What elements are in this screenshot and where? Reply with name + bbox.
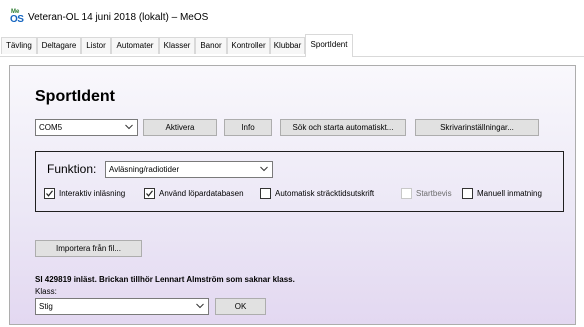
interactive-reading-checkbox[interactable] — [44, 188, 55, 199]
class-select-value: Stig — [39, 302, 53, 311]
use-runner-database-label: Använd löpardatabasen — [159, 189, 244, 198]
start-receipt-checkbox — [401, 188, 412, 199]
function-group: Funktion: Avläsning/radiotider Interakti… — [35, 151, 564, 212]
port-select-value: COM5 — [39, 123, 63, 132]
class-label: Klass: — [35, 287, 57, 296]
function-select-value: Avläsning/radiotider — [109, 165, 180, 174]
checkmark-icon — [146, 190, 153, 197]
window-title: Veteran-OL 14 juni 2018 (lokalt) – MeOS — [28, 12, 209, 23]
auto-split-print-checkbox[interactable] — [260, 188, 271, 199]
ok-button[interactable]: OK — [215, 298, 266, 315]
function-select[interactable]: Avläsning/radiotider — [105, 161, 273, 178]
title-bar: Me OS Veteran-OL 14 juni 2018 (lokalt) –… — [0, 0, 584, 34]
chevron-down-icon — [260, 166, 268, 172]
use-runner-database-checkbox[interactable] — [144, 188, 155, 199]
options-row: Interaktiv inläsning Använd löpardatabas… — [44, 188, 564, 202]
tab-automater[interactable]: Automater — [111, 37, 159, 54]
chevron-down-icon — [196, 303, 204, 309]
class-select[interactable]: Stig — [35, 298, 209, 315]
chevron-down-icon — [125, 124, 133, 130]
status-message: SI 429819 inläst. Brickan tillhör Lennar… — [35, 275, 295, 284]
start-receipt-label: Startbevis — [416, 189, 452, 198]
tab-bar: Tävling Deltagare Listor Automater Klass… — [0, 34, 584, 57]
import-from-file-button[interactable]: Importera från fil... — [35, 240, 142, 257]
search-start-button[interactable]: Sök och starta automatiskt... — [280, 119, 406, 136]
info-button[interactable]: Info — [224, 119, 272, 136]
page-title: SportIdent — [35, 88, 115, 105]
tab-klasser[interactable]: Klasser — [159, 37, 195, 54]
auto-split-print-label: Automatisk sträcktidsutskrift — [275, 189, 375, 198]
sportident-panel: SportIdent COM5 Aktivera Info Sök och st… — [9, 65, 576, 325]
port-select[interactable]: COM5 — [35, 119, 138, 136]
printer-settings-button[interactable]: Skrivarinställningar... — [415, 119, 539, 136]
function-label: Funktion: — [47, 162, 97, 176]
tab-sportident[interactable]: SportIdent — [305, 34, 353, 57]
tab-deltagare[interactable]: Deltagare — [37, 37, 81, 54]
tab-tavling[interactable]: Tävling — [1, 37, 37, 54]
activate-button[interactable]: Aktivera — [143, 119, 217, 136]
manual-entry-label: Manuell inmatning — [477, 189, 542, 198]
tab-banor[interactable]: Banor — [195, 37, 227, 54]
checkmark-icon — [46, 190, 53, 197]
tab-klubbar[interactable]: Klubbar — [270, 37, 305, 54]
manual-entry-checkbox[interactable] — [462, 188, 473, 199]
tab-kontroller[interactable]: Kontroller — [227, 37, 270, 54]
interactive-reading-label: Interaktiv inläsning — [59, 189, 126, 198]
content-area: SportIdent COM5 Aktivera Info Sök och st… — [0, 57, 584, 327]
meos-logo-icon: Me OS — [10, 9, 24, 25]
tab-listor[interactable]: Listor — [81, 37, 111, 54]
logo-bottom-text: OS — [10, 14, 24, 25]
